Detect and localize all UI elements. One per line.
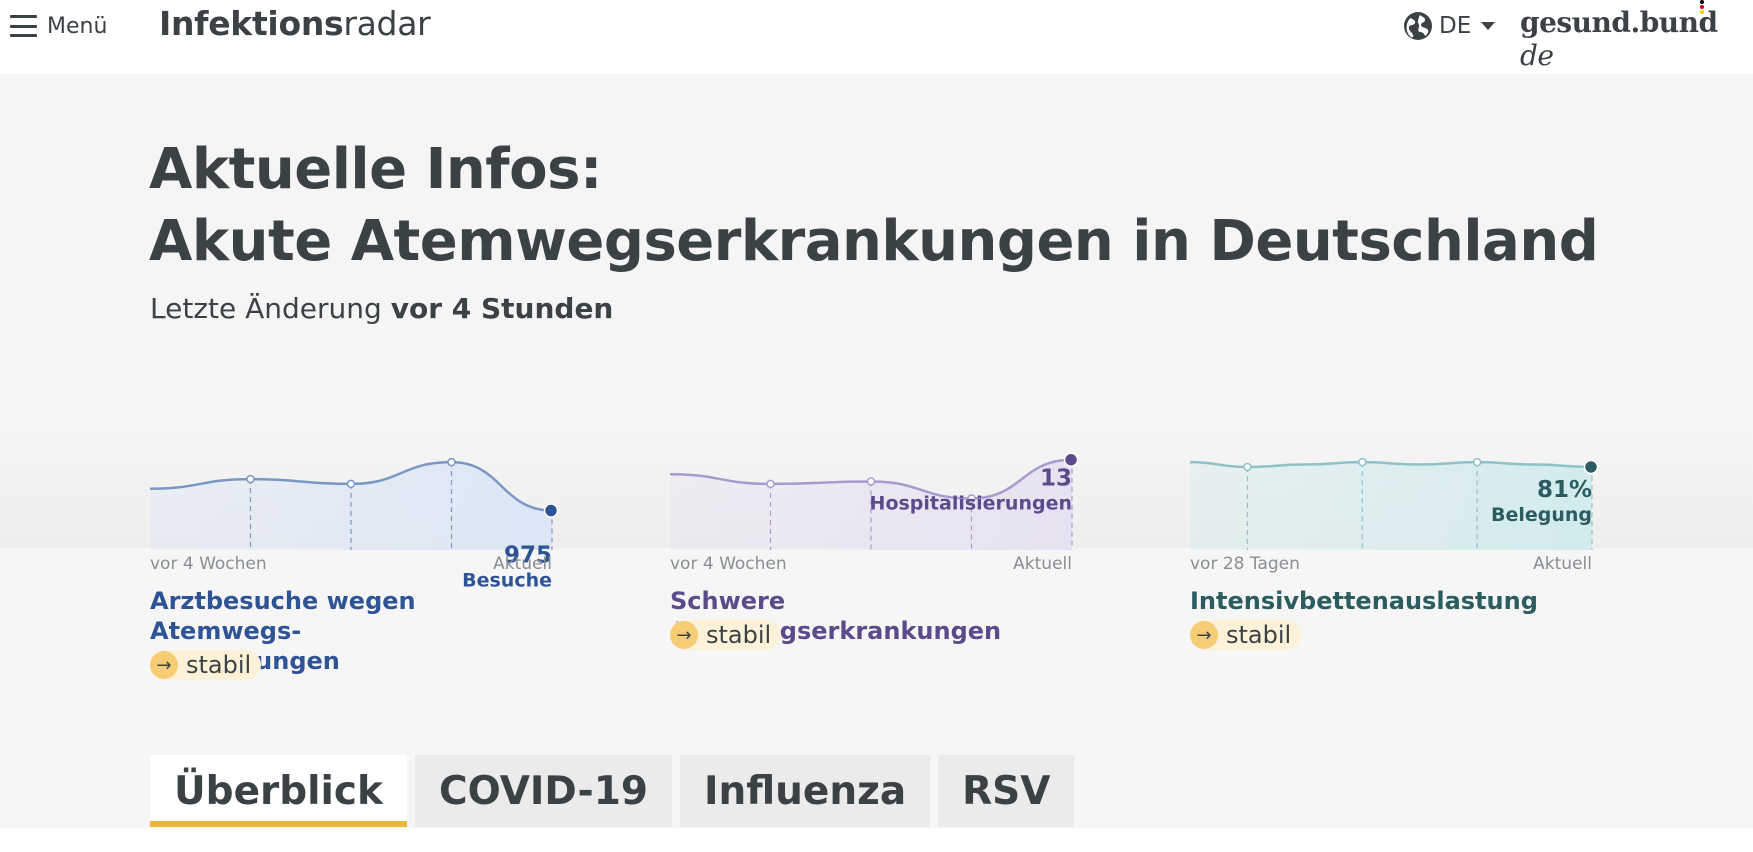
page-bottom (0, 828, 1753, 852)
trend-label: stabil (706, 621, 772, 649)
hamburger-icon (10, 15, 37, 37)
sparkline-chart: 975Besuche (149, 457, 559, 592)
range-end: Aktuell (493, 554, 552, 574)
current-value: 13 (1040, 466, 1072, 492)
data-point (447, 457, 456, 467)
value-unit: Hospitalisierungen (870, 493, 1072, 515)
time-range: vor 28 Tagen Aktuell (1190, 554, 1592, 574)
range-end: Aktuell (1013, 554, 1072, 574)
trend-badge: → stabil (670, 620, 782, 650)
data-point (346, 479, 356, 489)
arrow-right-icon: → (1190, 621, 1218, 649)
topic-tabs: Überblick COVID-19 Influenza RSV (150, 755, 1075, 827)
data-point (766, 479, 775, 489)
data-point (866, 477, 876, 486)
range-start: vor 28 Tagen (1190, 554, 1300, 574)
site-header: Menü Infektionsradar DE gesund.bund de (0, 0, 1753, 74)
language-label: DE (1439, 13, 1472, 39)
time-range: vor 4 Wochen Aktuell (150, 554, 552, 574)
brand-logo[interactable]: Infektionsradar (159, 4, 431, 43)
menu-label: Menü (47, 13, 108, 39)
trend-label: stabil (186, 651, 252, 679)
language-selector[interactable]: DE (1403, 8, 1496, 44)
sparkline-chart: 13Hospitalisierungen (669, 452, 1079, 550)
sparkline-chart: 81%Belegung (1189, 457, 1599, 550)
tab-covid-19[interactable]: COVID-19 (414, 755, 672, 827)
tab-influenza[interactable]: Influenza (679, 755, 931, 827)
globe-icon (1404, 12, 1432, 40)
page-title: Aktuelle Infos: Akute Atemwegserkrankung… (149, 137, 1599, 274)
range-start: vor 4 Wochen (150, 554, 267, 574)
current-value-point (1583, 459, 1599, 475)
portal-logo[interactable]: gesund.bund de (1520, 6, 1753, 72)
data-point (1472, 457, 1482, 467)
trend-badge: → stabil (150, 650, 262, 680)
last-updated: Letzte Änderung vor 4 Stunden (150, 292, 614, 325)
range-end: Aktuell (1533, 554, 1592, 574)
tab--berblick[interactable]: Überblick (150, 755, 407, 827)
trend-badge: → stabil (1190, 620, 1302, 650)
arrow-right-icon: → (670, 621, 698, 649)
current-value: 81% (1537, 477, 1592, 503)
arrow-right-icon: → (150, 651, 178, 679)
flag-dots-icon (1700, 0, 1704, 14)
trend-label: stabil (1226, 621, 1292, 649)
data-point (1358, 457, 1367, 467)
data-point (246, 474, 255, 484)
current-value-point (543, 503, 559, 518)
chevron-down-icon (1481, 22, 1496, 30)
range-start: vor 4 Wochen (670, 554, 787, 574)
current-value-point (1063, 452, 1079, 467)
tab-rsv[interactable]: RSV (938, 755, 1075, 827)
value-unit: Belegung (1491, 504, 1592, 526)
time-range: vor 4 Wochen Aktuell (670, 554, 1072, 574)
data-point (1243, 462, 1252, 472)
menu-button[interactable]: Menü (10, 10, 107, 42)
card-title[interactable]: Intensivbettenauslastung (1190, 586, 1592, 616)
